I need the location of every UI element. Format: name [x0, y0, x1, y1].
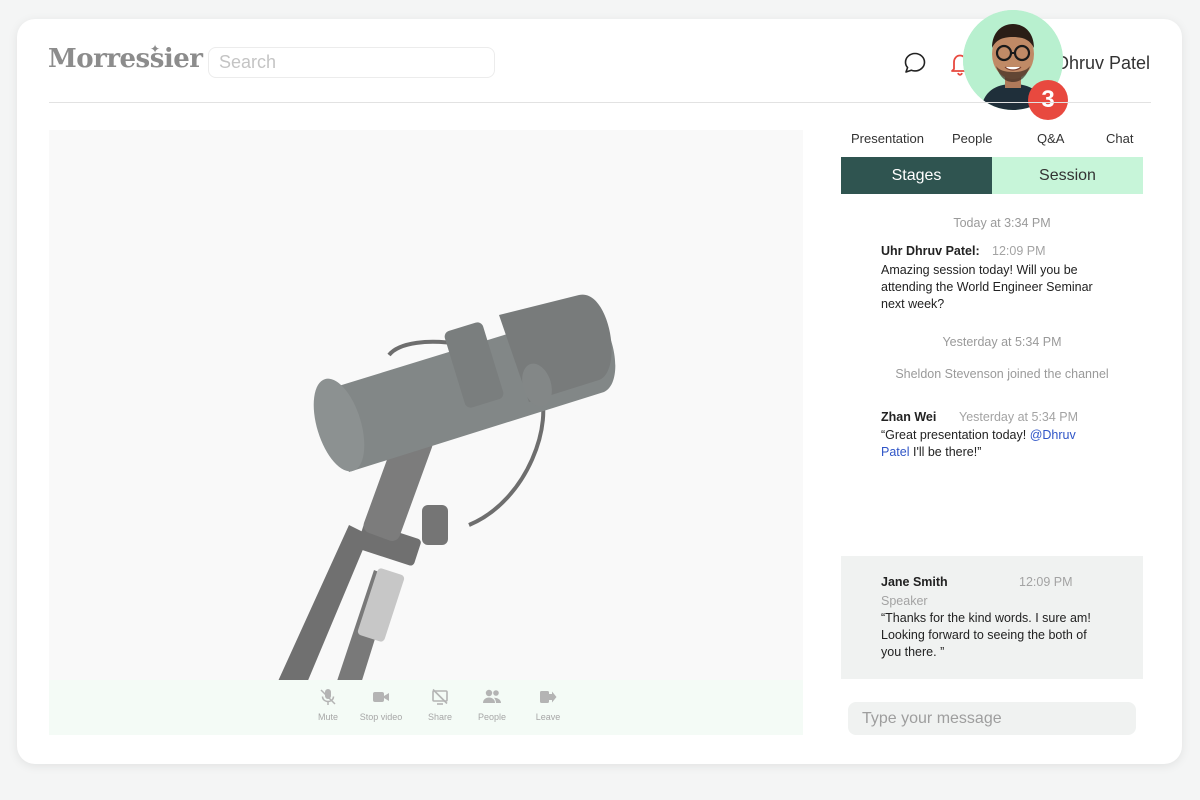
message-text: “Great presentation today! @Dhruv Patel …: [881, 427, 1101, 461]
screen-share-icon: [432, 688, 448, 705]
tab-presentation[interactable]: Presentation: [851, 131, 924, 146]
chat-bubble-icon[interactable]: [903, 51, 927, 80]
people-button[interactable]: People: [462, 688, 522, 722]
stop-video-label: Stop video: [359, 712, 403, 722]
mute-button[interactable]: Mute: [298, 688, 358, 722]
speaker-name: Jane Smith: [881, 575, 948, 589]
session-toggle[interactable]: Session: [992, 157, 1143, 194]
mic-icon: [320, 689, 336, 705]
user-name[interactable]: Dhruv Patel: [1056, 53, 1150, 74]
share-label: Share: [427, 712, 453, 722]
tab-chat[interactable]: Chat: [1106, 131, 1133, 146]
search-input[interactable]: [208, 47, 495, 78]
leave-button[interactable]: Leave: [518, 688, 578, 722]
stages-toggle[interactable]: Stages: [841, 157, 992, 194]
call-controls-bar: Mute Stop video Share People Leave: [49, 680, 803, 735]
tab-people[interactable]: People: [952, 131, 992, 146]
morressier-logo[interactable]: Morressier: [48, 44, 203, 74]
tab-qa[interactable]: Q&A: [1037, 131, 1064, 146]
people-icon: [483, 689, 501, 703]
microphone-image: [274, 294, 616, 690]
message-time: Yesterday at 5:34 PM: [959, 410, 1079, 424]
join-notice: Sheldon Stevenson joined the channel: [895, 367, 1109, 381]
video-stage: [49, 130, 803, 735]
speaker-role: Speaker: [881, 594, 928, 608]
video-camera-icon: [373, 692, 389, 702]
message-time: 12:09 PM: [992, 244, 1046, 258]
speaker-message-time: 12:09 PM: [1019, 575, 1073, 589]
date-separator-yesterday: Yesterday at 5:34 PM: [942, 335, 1062, 349]
stop-video-button[interactable]: Stop video: [351, 688, 411, 722]
message-text-after: I'll be there!”: [909, 445, 982, 459]
header-divider: [49, 102, 1151, 103]
mute-label: Mute: [317, 712, 338, 722]
logo-star-icon: ✦: [150, 42, 161, 56]
message-input[interactable]: [848, 702, 1136, 735]
message-author: Zhan Wei: [881, 410, 937, 424]
share-button[interactable]: Share: [410, 688, 470, 722]
message-author: Uhr Dhruv Patel:: [881, 244, 980, 258]
message-text: Amazing session today! Will you be atten…: [881, 263, 1093, 311]
leave-label: Leave: [535, 712, 561, 722]
date-separator-today: Today at 3:34 PM: [953, 216, 1051, 230]
leave-icon: [540, 691, 557, 703]
speaker-message-text: “Thanks for the kind words. I sure am! L…: [881, 611, 1091, 659]
message-text-before: “Great presentation today!: [881, 428, 1030, 442]
notification-badge: 3: [1028, 80, 1068, 120]
people-label: People: [477, 712, 507, 722]
